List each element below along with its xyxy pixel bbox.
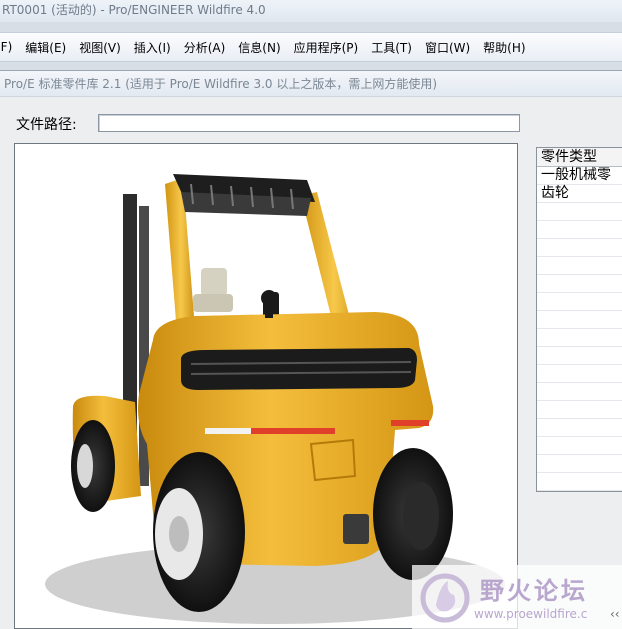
- menu-help[interactable]: 帮助(H): [483, 39, 525, 56]
- file-path-label: 文件路径:: [16, 117, 77, 133]
- menu-window[interactable]: 窗口(W): [425, 39, 470, 56]
- list-item: [537, 419, 622, 437]
- model-preview: [14, 143, 518, 629]
- menu-edit[interactable]: 编辑(E): [25, 39, 66, 56]
- list-item: [537, 365, 622, 383]
- part-type-list[interactable]: 零件类型 一般机械零 齿轮: [536, 147, 622, 492]
- list-item: [537, 275, 622, 293]
- part-type-header[interactable]: 零件类型: [537, 148, 622, 167]
- menu-tools[interactable]: 工具(T): [371, 39, 412, 56]
- list-item: [537, 383, 622, 401]
- menu-info[interactable]: 信息(N): [238, 39, 280, 56]
- menu-insert[interactable]: 插入(I): [134, 39, 171, 56]
- list-item: [537, 311, 622, 329]
- list-item: [537, 347, 622, 365]
- window-title-bar: RT0001 (活动的) - Pro/ENGINEER Wildfire 4.0: [0, 0, 622, 22]
- menu-file[interactable]: (F): [0, 40, 12, 54]
- list-item: [537, 437, 622, 455]
- list-item: [537, 239, 622, 257]
- list-item: [537, 293, 622, 311]
- flame-logo-icon: [420, 573, 470, 623]
- list-item: [537, 455, 622, 473]
- menu-applications[interactable]: 应用程序(P): [294, 39, 359, 56]
- collapse-arrow-icon[interactable]: ‹‹: [610, 607, 620, 621]
- dialog-title-bar: Pro/E 标准零件库 2.1 (适用于 Pro/E Wildfire 3.0 …: [0, 71, 622, 97]
- list-item: [537, 473, 622, 491]
- part-type-item-gear[interactable]: 齿轮: [537, 185, 622, 203]
- forum-watermark: 野火论坛 www.proewildfire.c ‹‹: [412, 565, 622, 629]
- menu-view[interactable]: 视图(V): [79, 39, 121, 56]
- list-item: [537, 329, 622, 347]
- list-item: [537, 203, 622, 221]
- parts-library-dialog: Pro/E 标准零件库 2.1 (适用于 Pro/E Wildfire 3.0 …: [0, 70, 622, 629]
- list-item: [537, 401, 622, 419]
- dialog-title: Pro/E 标准零件库 2.1 (适用于 Pro/E Wildfire 3.0 …: [4, 77, 438, 91]
- window-title: RT0001 (活动的) - Pro/ENGINEER Wildfire 4.0: [2, 3, 266, 17]
- file-path-input[interactable]: [98, 114, 520, 132]
- forklift-model-image: [45, 174, 505, 624]
- menu-analysis[interactable]: 分析(A): [184, 39, 226, 56]
- part-type-item-mechanical[interactable]: 一般机械零: [537, 167, 622, 185]
- list-item: [537, 257, 622, 275]
- watermark-url: www.proewildfire.c: [474, 607, 588, 621]
- menu-bar: (F) 编辑(E) 视图(V) 插入(I) 分析(A) 信息(N) 应用程序(P…: [0, 32, 622, 62]
- list-item: [537, 221, 622, 239]
- watermark-name: 野火论坛: [480, 577, 588, 605]
